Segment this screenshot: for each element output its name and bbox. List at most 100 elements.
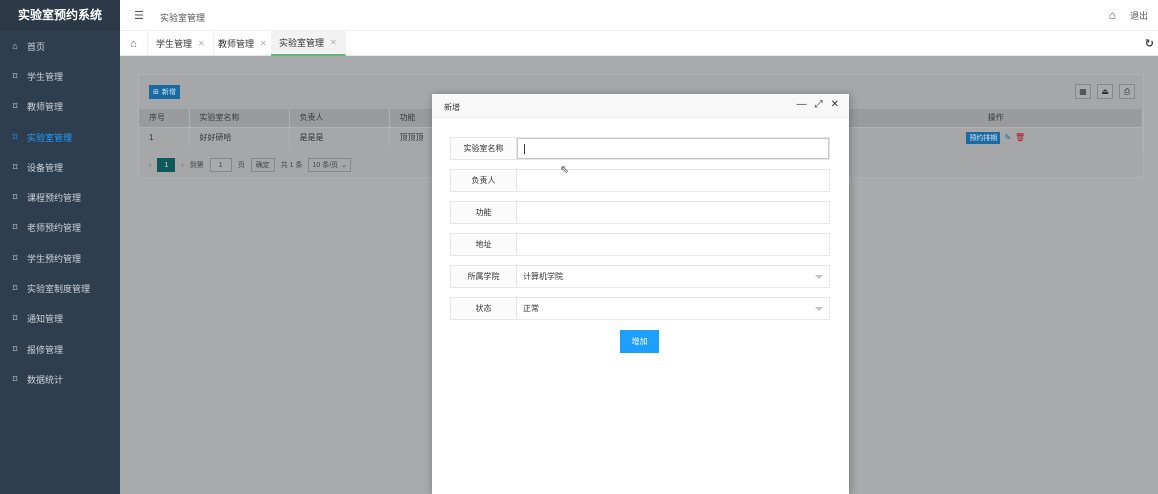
app-logo-title: 实验室预约系统 (0, 0, 120, 31)
table-tools: ▦ ⏏ ⎙ (1075, 84, 1135, 99)
columns-icon[interactable]: ▦ (1075, 84, 1091, 99)
menu-icon: ⌑ (12, 161, 18, 172)
sidebar-item-label: 教师管理 (27, 102, 64, 113)
bag-icon[interactable]: ⌂ (1109, 8, 1116, 22)
page-size-value: 10 条/页 (312, 162, 339, 169)
goto-page-input[interactable]: 1 (209, 158, 232, 172)
maximize-icon[interactable]: ⤢ (815, 99, 823, 110)
next-page-icon[interactable]: › (181, 162, 183, 169)
chevron-down-icon (815, 307, 823, 311)
add-button-label: 新增 (161, 89, 176, 96)
page-size-select[interactable]: 10 条/页 ⌄ (308, 158, 352, 172)
tab-home-icon[interactable]: ⌂ (120, 31, 148, 56)
goto-confirm-button[interactable]: 确定 (250, 158, 275, 172)
print-icon[interactable]: ⎙ (1119, 84, 1135, 99)
cell-owner: 是是是 (289, 126, 390, 148)
sidebar-item-labs[interactable]: ⌑ 实验室管理 (0, 122, 120, 152)
select-value: 正常 (523, 304, 539, 313)
chevron-down-icon (815, 275, 823, 279)
sidebar-item-label: 报修管理 (27, 344, 64, 355)
address-input[interactable] (517, 234, 829, 255)
menu-icon: ⌑ (12, 70, 18, 81)
home-icon: ⌂ (12, 41, 18, 52)
sidebar-item-home[interactable]: ⌂ 首页 (0, 31, 120, 61)
tab-label: 实验室管理 (279, 38, 325, 48)
function-input[interactable] (517, 202, 829, 223)
dialog-header: 新增 — ⤢ ✕ (432, 94, 849, 118)
tab-labs[interactable]: 实验室管理 ✕ (271, 31, 346, 56)
menu-icon: ⌑ (12, 101, 18, 112)
total-count: 共 1 条 (280, 162, 303, 169)
sidebar-item-repairs[interactable]: ⌑ 报修管理 (0, 334, 120, 364)
prev-page-icon[interactable]: ‹ (149, 162, 151, 169)
edit-icon[interactable]: ✎ (1004, 133, 1011, 142)
form-row-lab-name: 实验室名称 (450, 137, 830, 160)
current-page[interactable]: 1 (157, 158, 176, 172)
menu-icon: ⌑ (12, 373, 18, 384)
close-icon[interactable]: ✕ (330, 38, 337, 47)
chevron-down-icon: ⌄ (341, 162, 348, 169)
sidebar-item-statistics[interactable]: ⌑ 数据统计 (0, 364, 120, 394)
header-actions: ⌂ 退出 (1109, 8, 1148, 22)
add-button[interactable]: ⊞ 新增 (149, 85, 180, 99)
sidebar-item-notices[interactable]: ⌑ 通知管理 (0, 304, 120, 334)
sidebar-item-teacher-booking[interactable]: ⌑ 老师预约管理 (0, 213, 120, 243)
sidebar-item-equipment[interactable]: ⌑ 设备管理 (0, 152, 120, 182)
minimize-icon[interactable]: — (797, 99, 807, 110)
status-select[interactable]: 正常 (517, 298, 829, 319)
top-header: ☰ 实验室管理 ⌂ 退出 (120, 0, 1158, 31)
logout-link[interactable]: 退出 (1130, 9, 1148, 22)
sidebar-item-students[interactable]: ⌑ 学生管理 (0, 61, 120, 91)
tab-teachers[interactable]: 教师管理 ✕ (210, 31, 276, 56)
delete-icon[interactable]: 🗑 (1015, 133, 1025, 142)
sidebar-item-label: 数据统计 (27, 374, 64, 385)
export-icon[interactable]: ⏏ (1097, 84, 1113, 99)
cell-index: 1 (139, 126, 190, 148)
field-label: 负责人 (451, 170, 517, 191)
form-row-college: 所属学院 计算机学院 (450, 265, 830, 288)
dialog-title: 新增 (444, 103, 460, 112)
field-label: 功能 (451, 202, 517, 223)
sidebar-menu: ⌂ 首页 ⌑ 学生管理 ⌑ 教师管理 ⌑ 实验室管理 ⌑ 设备管理 ⌑ 课程预约管理 ⌑ 老师… (0, 31, 120, 395)
column-header: 序号 (139, 109, 190, 127)
add-lab-dialog: 新增 — ⤢ ✕ 实验室名称 负责人 功能 地址 所属学院 计算机学院 状态 正… (432, 94, 849, 494)
form-row-owner: 负责人 (450, 169, 830, 192)
field-label: 状态 (451, 298, 517, 319)
mouse-cursor-icon: ⇖ (560, 164, 570, 176)
form-row-status: 状态 正常 (450, 297, 830, 320)
sidebar: 实验室预约系统 ⌂ 首页 ⌑ 学生管理 ⌑ 教师管理 ⌑ 实验室管理 ⌑ 设备管理 ⌑ 课程… (0, 0, 120, 494)
add-icon: ⊞ (153, 89, 159, 96)
sidebar-item-course-booking[interactable]: ⌑ 课程预约管理 (0, 182, 120, 212)
tab-label: 教师管理 (218, 39, 255, 49)
close-icon[interactable]: ✕ (198, 39, 205, 48)
field-label: 所属学院 (451, 266, 517, 287)
close-icon[interactable]: ✕ (831, 99, 839, 110)
menu-icon: ⌑ (12, 252, 18, 263)
tab-students[interactable]: 学生管理 ✕ (148, 31, 214, 56)
sidebar-item-teachers[interactable]: ⌑ 教师管理 (0, 92, 120, 122)
cell-operations: 预约排期 ✎ 🗑 (839, 126, 1143, 148)
cell-name: 好好研哈 (189, 126, 290, 148)
sidebar-item-label: 设备管理 (27, 162, 64, 173)
sidebar-item-label: 学生管理 (27, 71, 64, 82)
menu-toggle-icon[interactable]: ☰ (134, 9, 144, 22)
sidebar-item-student-booking[interactable]: ⌑ 学生预约管理 (0, 243, 120, 273)
field-label: 地址 (451, 234, 517, 255)
submit-button[interactable]: 增加 (620, 330, 659, 353)
menu-icon: ⌑ (12, 222, 18, 233)
sidebar-item-lab-rules[interactable]: ⌑ 实验室制度管理 (0, 273, 120, 303)
field-label: 实验室名称 (451, 138, 517, 159)
column-header: 实验室名称 (189, 109, 290, 127)
refresh-icon[interactable]: ↻ (1145, 37, 1154, 50)
menu-icon: ⌑ (12, 283, 18, 294)
sidebar-item-label: 学生预约管理 (27, 253, 82, 264)
schedule-button[interactable]: 预约排期 (966, 131, 1001, 144)
pagination: ‹ 1 › 到第 1 页 确定 共 1 条 10 条/页 ⌄ (149, 158, 352, 172)
breadcrumb: 实验室管理 (160, 13, 206, 23)
column-header: 负责人 (289, 109, 390, 127)
close-icon[interactable]: ✕ (260, 39, 267, 48)
menu-icon: ⌑ (12, 192, 18, 203)
college-select[interactable]: 计算机学院 (517, 266, 829, 287)
sidebar-item-label: 实验室管理 (27, 132, 73, 143)
lab-name-input[interactable] (517, 138, 829, 159)
